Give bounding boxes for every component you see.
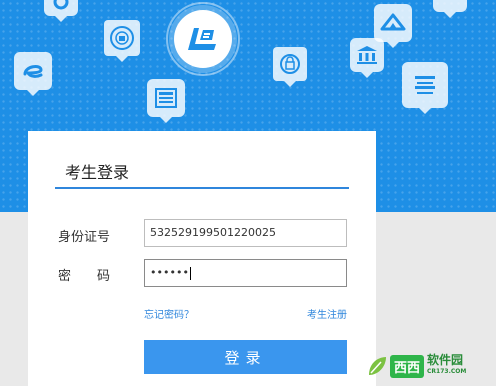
speech-icon [433,0,467,18]
password-label: 密 码 [58,269,111,284]
title-underline [55,187,349,189]
map-pin-icon [44,0,78,22]
login-button[interactable]: 登录 [144,340,347,374]
watermark-brand: 西西 [390,354,425,378]
login-card: 考生登录 身份证号 532529199501220025 密 码 •••••• … [28,131,376,386]
exam-logo [166,2,240,76]
watermark-title: 软件园 [427,353,464,367]
mountain-icon [374,4,412,48]
register-link[interactable]: 考生注册 [307,306,347,321]
watermark-text: 软件园 CR173.COM [427,354,466,378]
speech-icon [14,52,52,96]
leaf-icon [369,357,386,375]
password-value: •••••• [150,266,189,279]
forgot-password-link[interactable]: 忘记密码？ [144,306,194,321]
id-number-input[interactable]: 532529199501220025 [144,219,347,247]
document-icon [147,79,185,123]
exam-logo-icon [174,10,232,68]
login-title: 考生登录 [65,163,130,182]
lock-icon [273,47,307,87]
watermark-url: CR173.COM [427,368,467,375]
list-icon [402,62,448,114]
building-icon [350,38,384,78]
text-caret [189,266,191,280]
id-label: 身份证号 [58,230,111,245]
seal-icon [104,20,140,62]
password-input[interactable]: •••••• [144,259,347,287]
watermark-logo: 西西 软件园 CR173.COM [366,348,494,384]
